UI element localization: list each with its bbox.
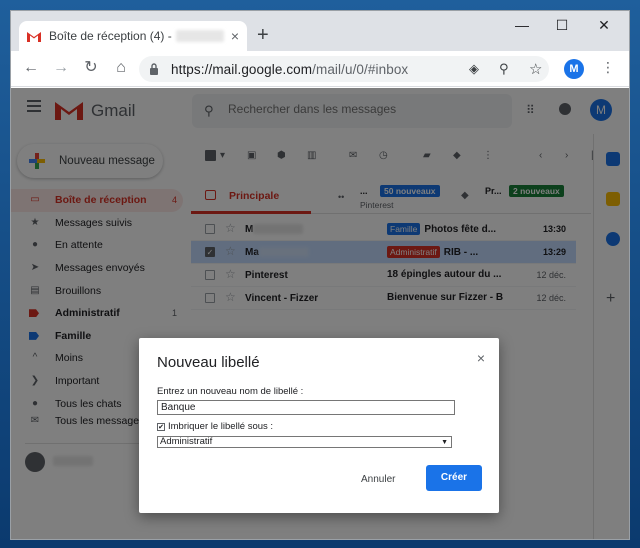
checkbox-check-icon[interactable]: ✔ — [157, 422, 165, 431]
browser-profile-avatar[interactable]: M — [564, 59, 584, 79]
navigation-bar: ← → ↻ ⌂ https://mail.google.com/mail/u/0… — [11, 51, 629, 87]
close-window-button[interactable]: ✕ — [589, 17, 619, 34]
nest-label-caption: Imbriquer le libellé sous : — [168, 421, 274, 432]
dialog-title: Nouveau libellé — [157, 354, 260, 371]
reload-icon[interactable]: ↻ — [81, 59, 101, 77]
minimize-button[interactable]: — — [507, 17, 537, 33]
cancel-button[interactable]: Annuler — [361, 474, 395, 485]
browser-tab[interactable]: Boîte de réception (4) - × — [19, 21, 247, 51]
home-icon[interactable]: ⌂ — [111, 59, 131, 77]
forward-icon[interactable]: → — [51, 59, 71, 77]
parent-label-select[interactable]: Administratif ▼ — [157, 436, 452, 448]
maximize-button[interactable]: ☐ — [547, 17, 577, 34]
gmail-favicon-icon — [27, 31, 41, 42]
url-host: https://mail.google.com — [171, 61, 313, 77]
address-bar[interactable]: https://mail.google.com/mail/u/0/#inbox — [139, 56, 549, 82]
bookmark-star-icon[interactable]: ☆ — [529, 60, 542, 78]
parent-label-value: Administratif — [160, 436, 213, 447]
tab-strip: Boîte de réception (4) - × + — ☐ ✕ — [11, 11, 629, 51]
create-button[interactable]: Créer — [426, 465, 482, 491]
nest-label-checkbox[interactable]: ✔ Imbriquer le libellé sous : — [157, 421, 273, 432]
new-tab-button[interactable]: + — [257, 25, 269, 45]
zoom-icon[interactable]: ⚲ — [499, 61, 509, 77]
dropdown-arrow-icon: ▼ — [441, 439, 448, 446]
blurred-account — [175, 30, 224, 42]
lock-icon — [149, 63, 159, 75]
url-path: /mail/u/0/#inbox — [312, 61, 409, 77]
tab-close-icon[interactable]: × — [231, 28, 239, 44]
new-label-dialog: Nouveau libellé × Entrez un nouveau nom … — [139, 338, 499, 513]
tab-title: Boîte de réception (4) - — [49, 29, 172, 43]
tracking-icon[interactable]: ◈ — [469, 61, 479, 77]
back-icon[interactable]: ← — [21, 59, 41, 77]
close-icon[interactable]: × — [477, 350, 485, 366]
browser-window: Boîte de réception (4) - × + — ☐ ✕ ← → ↻… — [10, 10, 630, 540]
label-name-caption: Entrez un nouveau nom de libellé : — [157, 386, 304, 397]
gmail-page: Gmail ⚲ ⠿ M Nouveau message ▭ Boîte de r… — [11, 88, 629, 539]
browser-menu-icon[interactable]: ⋮ — [601, 59, 615, 76]
url-text: https://mail.google.com/mail/u/0/#inbox — [171, 62, 408, 77]
label-name-input[interactable] — [157, 400, 455, 415]
